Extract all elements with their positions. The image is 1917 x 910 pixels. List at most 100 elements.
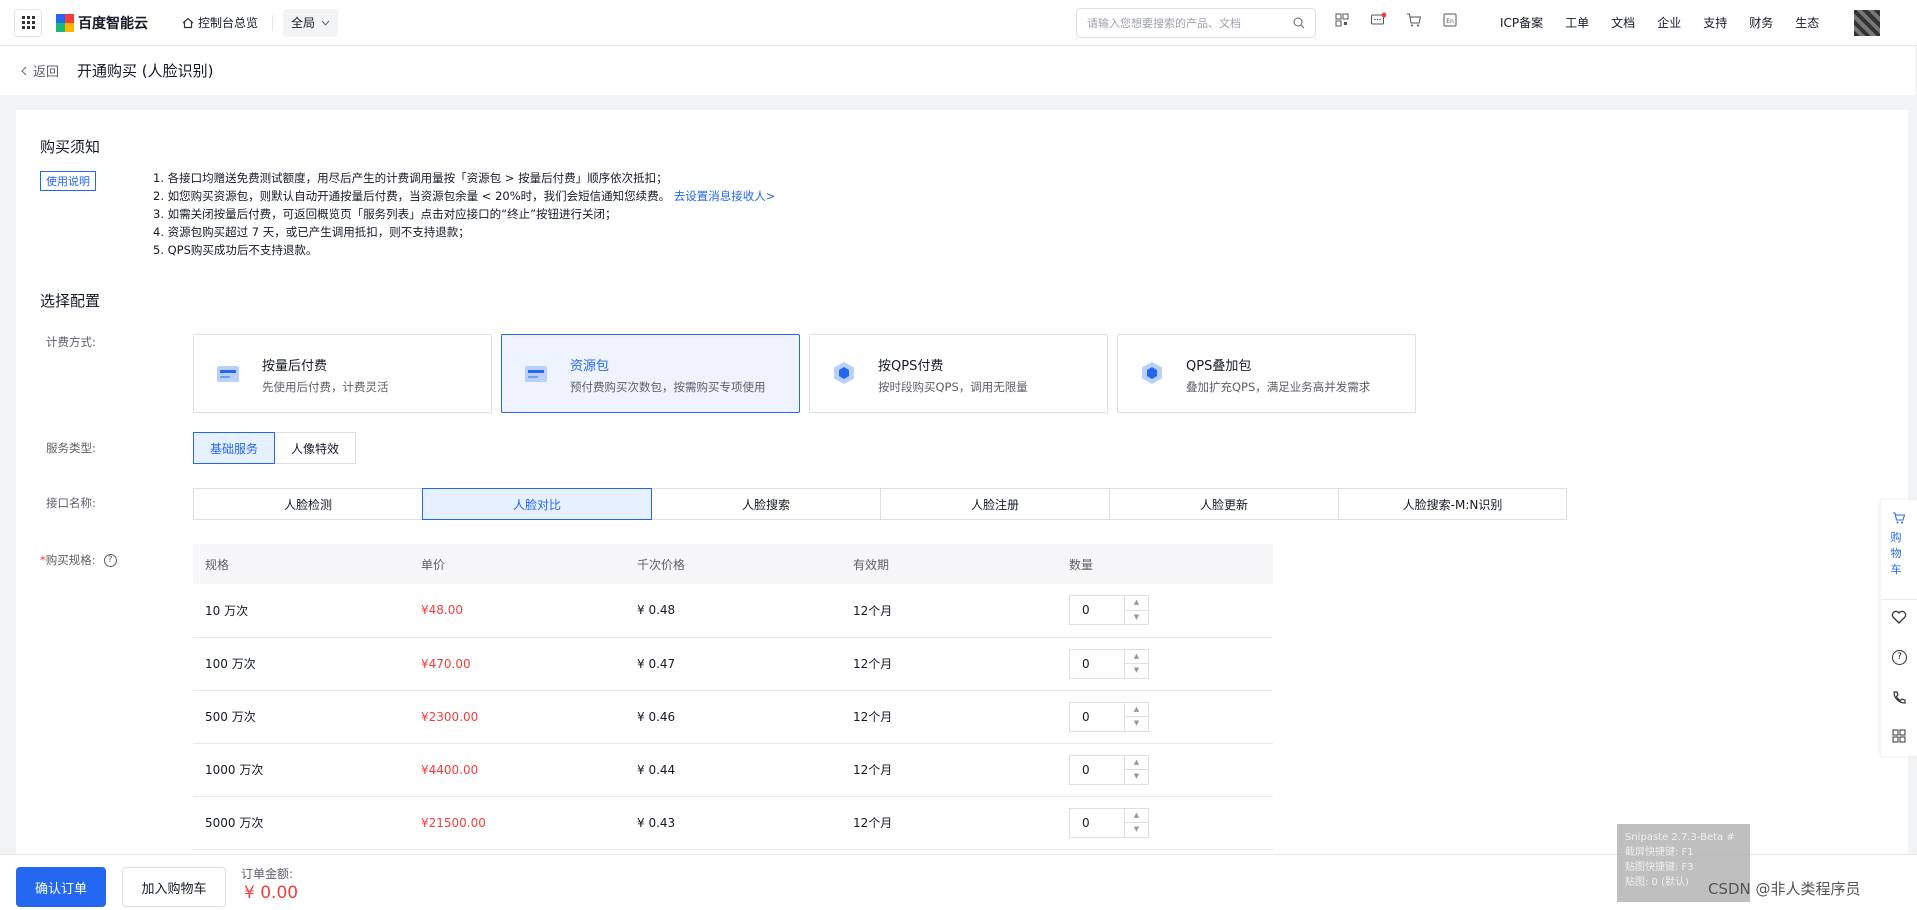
quantity-stepper[interactable]: 0 ▲ ▼ [1069,701,1149,732]
api-option-face-register[interactable]: 人脸注册 [880,488,1110,520]
package-icon [525,366,547,382]
spec-cell: 5000 万次 [193,796,409,850]
nav-link-enterprise[interactable]: 企业 [1657,14,1681,31]
nav-link-ecosystem[interactable]: 生态 [1795,14,1819,31]
usage-guide-tag[interactable]: 使用说明 [40,171,96,191]
cart-float-icon[interactable] [1892,512,1906,524]
console-overview-label: 控制台总览 [198,16,259,30]
billing-option-title: 按QPS付费 [878,359,944,374]
service-option-basic[interactable]: 基础服务 [193,432,275,464]
snipaste-line: 贴图快捷键: F3 [1625,862,1694,873]
logo-mark-icon [56,13,74,32]
quantity-cell: 0 ▲ ▼ [1057,637,1273,691]
order-total-label: 订单金额: [241,867,294,881]
billing-option-postpaid[interactable]: 按量后付费 先使用后付费，计费灵活 [193,334,492,413]
set-message-receiver-link[interactable]: 去设置消息接收人> [674,189,776,203]
api-option-face-update[interactable]: 人脸更新 [1109,488,1339,520]
search-input[interactable]: 请输入您想要搜索的产品、文档 [1076,8,1316,38]
heart-icon[interactable] [1891,610,1907,624]
chevron-down-icon [321,20,330,26]
billing-option-title: 资源包 [570,359,610,374]
table-header-row: 规格 单价 千次价格 有效期 数量 [193,544,1273,584]
per-thousand-cell: ¥ 0.47 [625,637,841,691]
nav-divider [272,14,274,31]
quantity-value[interactable]: 0 [1070,809,1124,837]
app-grid-button[interactable] [14,8,42,37]
api-option-face-compare[interactable]: 人脸对比 [422,488,652,520]
question-icon[interactable]: ? [1892,650,1907,665]
nav-link-docs[interactable]: 文档 [1611,14,1635,31]
billing-option-desc: 叠加扩充QPS，满足业务高并发需求 [1186,380,1371,394]
page-title: 开通购买 (人脸识别) [77,62,214,80]
snipaste-line: Snipaste 2.7.3-Beta # [1625,832,1735,843]
message-icon[interactable] [1370,12,1386,28]
qps-icon [834,362,854,384]
grid-apps-icon[interactable] [1892,729,1906,743]
price-cell: ¥470.00 [409,637,625,691]
quantity-stepper[interactable]: 0 ▲ ▼ [1069,807,1149,838]
api-option-face-search[interactable]: 人脸搜索 [651,488,881,520]
config-title: 选择配置 [40,292,101,310]
per-thousand-cell: ¥ 0.44 [625,743,841,797]
back-label: 返回 [33,65,60,80]
billing-option-package[interactable]: 资源包 预付费购买次数包，按需购买专项使用 [501,334,800,413]
quantity-value[interactable]: 0 [1070,596,1124,624]
add-to-cart-button[interactable]: 加入购物车 [122,867,226,907]
increment-icon[interactable]: ▲ [1125,756,1148,770]
decrement-icon[interactable]: ▼ [1125,823,1148,837]
increment-icon[interactable]: ▲ [1125,596,1148,611]
cart-icon[interactable] [1406,12,1422,28]
service-option-portrait-effects[interactable]: 人像特效 [274,432,356,464]
column-header: 千次价格 [625,544,841,584]
notice-line: 3. 如需关闭按量后付费，可返回概览页「服务列表」点击对应接口的“终止”按钮进行… [153,207,617,221]
decrement-icon[interactable]: ▼ [1125,664,1148,678]
snipaste-line: 截屏快捷键: F1 [1625,847,1694,858]
decrement-icon[interactable]: ▼ [1125,611,1148,625]
nav-link-support[interactable]: 支持 [1703,14,1727,31]
billing-option-desc: 按时段购买QPS，调用无限量 [878,380,1028,394]
quantity-value[interactable]: 0 [1070,650,1124,678]
float-cart-button[interactable]: 购物车 [1889,530,1903,578]
nav-link-icp[interactable]: ICP备案 [1500,14,1543,31]
watermark: CSDN @非人类程序员 [1708,880,1861,898]
region-select[interactable]: 全局 [283,8,339,37]
nav-icons: En [1334,12,1458,28]
avatar[interactable] [1854,10,1880,36]
billing-option-qps[interactable]: 按QPS付费 按时段购买QPS，调用无限量 [809,334,1108,413]
price-cell: ¥21500.00 [409,796,625,850]
nav-link-ticket[interactable]: 工单 [1565,14,1589,31]
nav-links: ICP备案 工单 文档 企业 支持 财务 生态 [1500,14,1819,31]
decrement-icon[interactable]: ▼ [1125,717,1148,731]
table-row: 100 万次 ¥470.00 ¥ 0.47 12个月 0 ▲ ▼ [193,637,1273,691]
qrcode-icon[interactable] [1334,12,1350,28]
spec-cell: 500 万次 [193,690,409,744]
increment-icon[interactable]: ▲ [1125,650,1148,664]
price-cell: ¥48.00 [409,584,625,638]
page-header: 返回 开通购买 (人脸识别) [0,46,1915,95]
logo[interactable]: 百度智能云 [56,13,148,33]
increment-icon[interactable]: ▲ [1125,703,1148,717]
quantity-value[interactable]: 0 [1070,703,1124,731]
quantity-stepper[interactable]: 0 ▲ ▼ [1069,648,1149,679]
console-overview-link[interactable]: 控制台总览 [182,14,258,31]
quantity-value[interactable]: 0 [1070,756,1124,784]
price-cell: ¥2300.00 [409,690,625,744]
quantity-stepper[interactable]: 0 ▲ ▼ [1069,595,1149,626]
search-placeholder: 请输入您想要搜索的产品、文档 [1087,17,1241,30]
confirm-order-button[interactable]: 确认订单 [16,867,106,907]
nav-link-finance[interactable]: 财务 [1749,14,1773,31]
main-card: 购买须知 使用说明 1. 各接口均赠送免费测试额度，用尽后产生的计费调用量按「资… [16,110,1908,890]
back-link[interactable]: 返回 [20,61,59,80]
language-icon[interactable]: En [1442,12,1458,28]
quantity-stepper[interactable]: 0 ▲ ▼ [1069,754,1149,785]
notice-line: 5. QPS购买成功后不支持退款。 [153,243,318,257]
increment-icon[interactable]: ▲ [1125,809,1148,823]
billing-option-qps-addon[interactable]: QPS叠加包 叠加扩充QPS，满足业务高并发需求 [1117,334,1416,413]
api-option-face-search-mn[interactable]: 人脸搜索-M:N识别 [1338,488,1567,520]
phone-icon[interactable] [1891,690,1907,706]
api-option-face-detect[interactable]: 人脸检测 [193,488,423,520]
billing-option-title: 按量后付费 [262,359,328,374]
decrement-icon[interactable]: ▼ [1125,770,1148,784]
help-icon[interactable]: ? [103,554,117,567]
notice-line: 1. 各接口均赠送免费测试额度，用尽后产生的计费调用量按「资源包 > 按量后付费… [153,171,668,185]
